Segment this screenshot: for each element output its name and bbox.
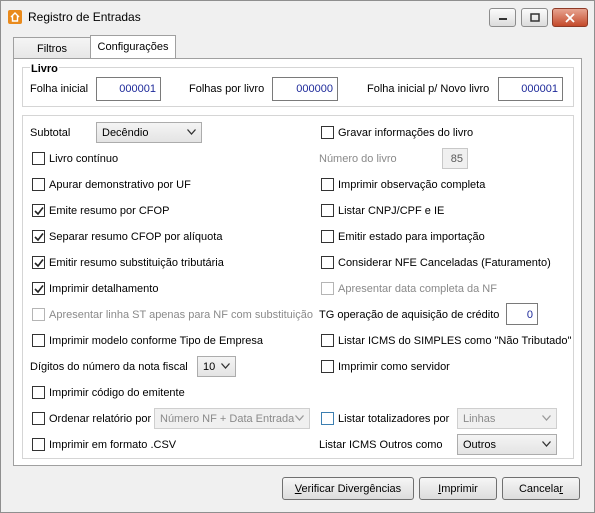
livro-continuo-label: Livro contínuo	[49, 153, 119, 165]
digitos-label: Dígitos do número da nota fiscal	[30, 361, 188, 373]
emitir-resumo-st-label: Emitir resumo substituição tributária	[49, 257, 224, 269]
emite-resumo-cfop-label: Emite resumo por CFOP	[49, 205, 170, 217]
emitir-resumo-st-checkbox[interactable]	[32, 256, 45, 269]
ordenar-relatorio-value: Número NF + Data Entrada	[160, 413, 295, 425]
imprimir-servidor-checkbox[interactable]	[321, 360, 334, 373]
tg-operacao-label: TG operação de aquisição de crédito	[319, 309, 500, 321]
considerar-nfe-label: Considerar NFE Canceladas (Faturamento)	[338, 257, 551, 269]
listar-totalizadores-label: Listar totalizadores por	[338, 413, 450, 425]
verificar-divergencias-mnemonic: V	[294, 483, 302, 495]
separar-resumo-label: Separar resumo CFOP por alíquota	[49, 231, 223, 243]
checkmark-icon	[34, 285, 44, 294]
minimize-button[interactable]	[489, 8, 516, 27]
digitos-value: 10	[203, 361, 216, 373]
tab-filtros-label: Filtros	[37, 42, 67, 55]
verificar-divergencias-button[interactable]: Verificar Divergências	[282, 477, 414, 500]
imprimir-detalhamento-checkbox[interactable]	[32, 282, 45, 295]
apresentar-linha-st-checkbox[interactable]	[32, 308, 45, 321]
listar-icms-outros-label: Listar ICMS Outros como	[319, 439, 443, 451]
listar-icms-simples-checkbox[interactable]	[321, 334, 334, 347]
emitir-estado-checkbox[interactable]	[321, 230, 334, 243]
apresentar-data-checkbox[interactable]	[321, 282, 334, 295]
folha-inicial-novo-livro-label: Folha inicial p/ Novo livro	[367, 83, 490, 95]
tab-configuracoes-label: Configurações	[97, 41, 169, 53]
listar-cnpj-label: Listar CNPJ/CPF e IE	[338, 205, 445, 217]
tab-filtros[interactable]: Filtros	[13, 37, 91, 59]
imprimir-csv-label: Imprimir em formato .CSV	[49, 439, 177, 451]
gravar-info-checkbox[interactable]	[321, 126, 334, 139]
digitos-select[interactable]: 10	[197, 356, 236, 377]
imprimir-servidor-label: Imprimir como servidor	[338, 361, 450, 373]
checkmark-icon	[34, 207, 44, 216]
title-bar[interactable]: Registro de Entradas	[1, 1, 594, 33]
apresentar-data-label: Apresentar data completa da NF	[338, 283, 497, 295]
subtotal-label: Subtotal	[30, 127, 71, 139]
subtotal-value: Decêndio	[102, 127, 149, 139]
close-icon	[565, 12, 575, 23]
tg-operacao-field[interactable]: 0	[506, 303, 538, 325]
apresentar-linha-st-label: Apresentar linha ST apenas para NF com s…	[49, 309, 313, 321]
imprimir-codigo-label: Imprimir código do emitente	[49, 387, 185, 399]
subtotal-select[interactable]: Decêndio	[96, 122, 202, 143]
maximize-button[interactable]	[521, 8, 548, 27]
listar-totalizadores-checkbox[interactable]	[321, 412, 334, 425]
folha-inicial-label: Folha inicial	[30, 83, 89, 95]
folha-inicial-field[interactable]: 000001	[96, 77, 161, 101]
imprimir-obs-label: Imprimir observação completa	[338, 179, 486, 191]
numero-livro-label: Número do livro	[319, 153, 397, 165]
livro-group-title: Livro	[30, 63, 59, 75]
imprimir-label: mprimir	[441, 483, 478, 495]
chevron-down-icon	[295, 415, 304, 421]
apurar-demonstrativo-label: Apurar demonstrativo por UF	[49, 179, 191, 191]
listar-totalizadores-select[interactable]: Linhas	[457, 408, 557, 429]
cancelar-mnemonic: r	[559, 483, 564, 495]
tab-configuracoes[interactable]: Configurações	[90, 35, 176, 58]
cancelar-label: Cancela	[518, 483, 560, 495]
verificar-divergencias-label: erificar Divergências	[301, 483, 402, 495]
ordenar-relatorio-checkbox[interactable]	[32, 412, 45, 425]
folhas-por-livro-label: Folhas por livro	[189, 83, 265, 95]
checkmark-icon	[34, 259, 44, 268]
listar-icms-outros-select[interactable]: Outros	[457, 434, 557, 455]
listar-totalizadores-value: Linhas	[463, 413, 496, 425]
separar-resumo-checkbox[interactable]	[32, 230, 45, 243]
cancelar-button[interactable]: Cancelar	[502, 477, 580, 500]
apurar-demonstrativo-checkbox[interactable]	[32, 178, 45, 191]
maximize-icon	[529, 13, 540, 22]
checkmark-icon	[34, 233, 44, 242]
chevron-down-icon	[542, 441, 551, 447]
considerar-nfe-checkbox[interactable]	[321, 256, 334, 269]
imprimir-codigo-checkbox[interactable]	[32, 386, 45, 399]
folha-inicial-novo-livro-field[interactable]: 000001	[498, 77, 563, 101]
folhas-por-livro-field[interactable]: 000000	[272, 77, 338, 101]
listar-icms-simples-label: Listar ICMS do SIMPLES como "Não Tributa…	[338, 335, 572, 347]
chevron-down-icon	[221, 363, 230, 369]
listar-icms-outros-value: Outros	[463, 439, 497, 451]
emite-resumo-cfop-checkbox[interactable]	[32, 204, 45, 217]
minimize-icon	[498, 17, 507, 20]
imprimir-modelo-label: Imprimir modelo conforme Tipo de Empresa	[49, 335, 263, 347]
numero-livro-field[interactable]: 85	[442, 148, 468, 169]
chevron-down-icon	[542, 415, 551, 421]
imprimir-modelo-checkbox[interactable]	[32, 334, 45, 347]
app-icon	[8, 10, 22, 24]
ordenar-relatorio-label: Ordenar relatório por	[49, 413, 152, 425]
close-window-button[interactable]	[552, 8, 588, 27]
imprimir-csv-checkbox[interactable]	[32, 438, 45, 451]
registro-entradas-window: Registro de Entradas Filtros Configuraçõ…	[0, 0, 595, 513]
window-title: Registro de Entradas	[28, 10, 141, 24]
livro-continuo-checkbox[interactable]	[32, 152, 45, 165]
imprimir-detalhamento-label: Imprimir detalhamento	[49, 283, 159, 295]
gravar-info-label: Gravar informações do livro	[338, 127, 474, 139]
imprimir-button[interactable]: Imprimir	[419, 477, 497, 500]
emitir-estado-label: Emitir estado para importação	[338, 231, 485, 243]
configuracoes-panel: Livro Folha inicial 000001 Folhas por li…	[13, 58, 582, 466]
ordenar-relatorio-select[interactable]: Número NF + Data Entrada	[154, 408, 310, 429]
imprimir-obs-checkbox[interactable]	[321, 178, 334, 191]
listar-cnpj-checkbox[interactable]	[321, 204, 334, 217]
chevron-down-icon	[187, 129, 196, 135]
